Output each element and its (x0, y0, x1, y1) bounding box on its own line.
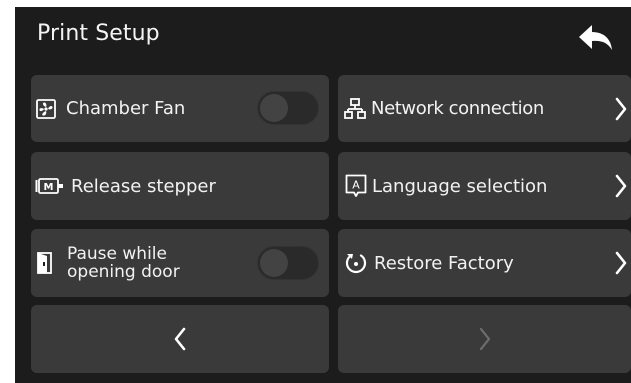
chevron-left-icon (173, 327, 187, 351)
restore-factory-label: Restore Factory (374, 252, 514, 274)
release-stepper-tile[interactable]: M Release stepper (31, 152, 329, 220)
chamber-fan-label: Chamber Fan (66, 98, 186, 119)
network-connection-tile[interactable]: Network connection (338, 75, 631, 142)
chevron-right-icon (478, 327, 492, 351)
fan-icon (36, 98, 56, 119)
chevron-right-icon (615, 97, 627, 121)
language-selection-label: Language selection (372, 175, 548, 197)
pause-door-label: Pause while opening door (67, 245, 180, 281)
back-arrow-icon (578, 24, 614, 52)
page-title: Print Setup (37, 21, 160, 46)
pause-door-tile[interactable]: Pause while opening door (31, 229, 329, 297)
network-icon (344, 97, 366, 120)
next-page-button (338, 305, 631, 373)
svg-text:A: A (352, 179, 360, 192)
restore-icon (344, 251, 368, 275)
release-stepper-label: Release stepper (71, 175, 216, 197)
language-icon: A (345, 174, 367, 198)
motor-icon: M (35, 178, 65, 194)
back-button[interactable] (571, 15, 621, 61)
pause-door-line1: Pause while (67, 244, 167, 264)
chevron-right-icon (615, 174, 627, 198)
toggle-knob (260, 249, 288, 277)
door-icon (37, 252, 55, 274)
chamber-fan-tile[interactable]: Chamber Fan (31, 75, 329, 142)
pause-door-toggle[interactable] (257, 246, 319, 280)
print-setup-screen: Print Setup Chamber Fan M Release steppe… (15, 7, 631, 383)
pause-door-line2: opening door (67, 262, 180, 282)
chamber-fan-toggle[interactable] (257, 91, 319, 125)
svg-text:M: M (44, 182, 54, 193)
chevron-right-icon (615, 251, 627, 275)
toggle-knob (260, 94, 288, 122)
restore-factory-tile[interactable]: Restore Factory (338, 229, 631, 297)
prev-page-button[interactable] (31, 305, 329, 373)
language-selection-tile[interactable]: A Language selection (338, 152, 631, 220)
top-bar: Print Setup (15, 7, 631, 69)
network-connection-label: Network connection (371, 98, 544, 119)
